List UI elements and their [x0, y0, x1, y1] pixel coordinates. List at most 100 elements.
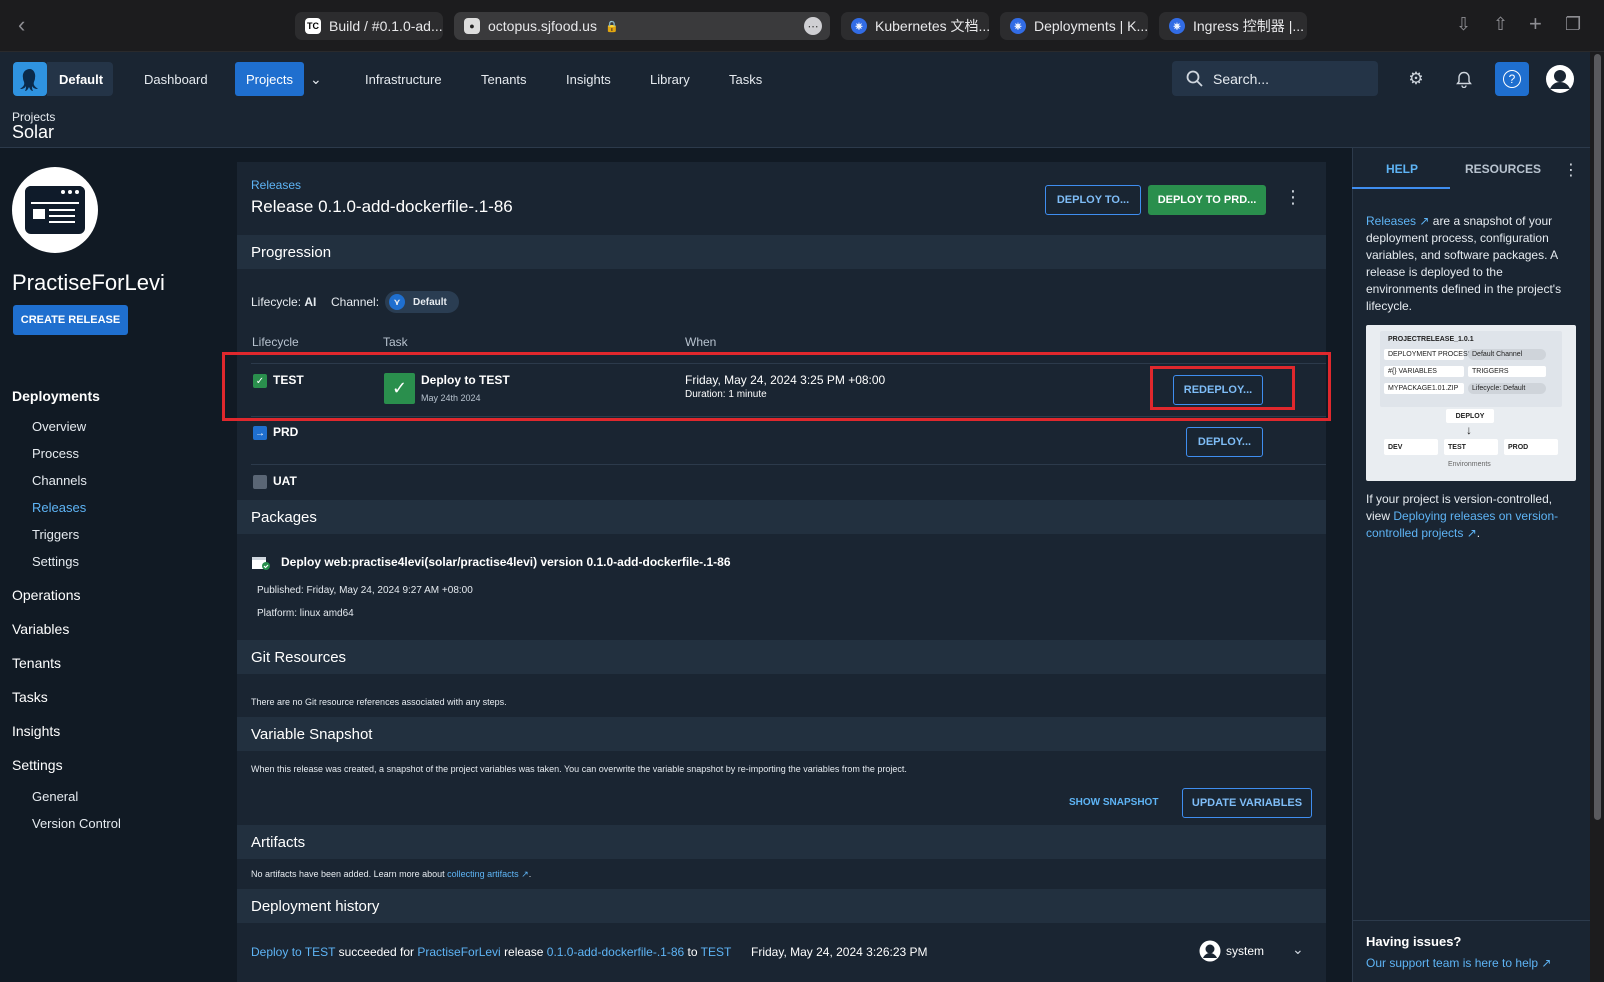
sidebar-deployments[interactable]: Deployments	[12, 388, 100, 404]
browser-tab-octopus[interactable]: ● octopus.sjfood.us 🔒 ⋯	[454, 12, 830, 40]
sidebar-insights[interactable]: Insights	[12, 723, 60, 739]
kubernetes-icon: ⎈	[851, 18, 867, 34]
diagram-vars: #{} VARIABLES	[1384, 366, 1464, 377]
lock-icon: 🔒	[604, 20, 619, 33]
sidebar-item-process[interactable]: Process	[32, 446, 79, 461]
history-project-link[interactable]: PractiseForLevi	[417, 945, 500, 959]
history-task-link[interactable]: Deploy to TEST	[251, 945, 335, 959]
lifecycle-label: Lifecycle: AI	[251, 295, 317, 309]
deploy-prd-button[interactable]: DEPLOY...	[1186, 427, 1263, 457]
kubernetes-icon: ⎈	[1169, 18, 1185, 34]
column-lifecycle: Lifecycle	[252, 335, 299, 349]
env-prd[interactable]: PRD	[273, 425, 298, 439]
search-input[interactable]: Search...	[1172, 61, 1378, 96]
having-issues-title: Having issues?	[1366, 934, 1462, 949]
highlight-box	[1150, 366, 1295, 410]
divider	[251, 464, 1326, 465]
sidebar-item-releases[interactable]: Releases	[32, 500, 86, 515]
history-entry: Deploy to TEST succeeded for PractiseFor…	[251, 945, 732, 959]
browser-tab-kubernetes-docs[interactable]: ⎈ Kubernetes 文档...	[841, 12, 989, 40]
breadcrumb	[0, 106, 1590, 148]
tab-resources[interactable]: RESOURCES	[1465, 162, 1541, 176]
help-menu-icon[interactable]: ⋮	[1563, 160, 1579, 180]
env-uat[interactable]: UAT	[273, 474, 297, 488]
kubernetes-icon: ⎈	[1010, 18, 1026, 34]
channel-chip[interactable]: ⋎ Default	[385, 291, 459, 313]
browser-tab-deployments[interactable]: ⎈ Deployments | K...	[1000, 12, 1148, 40]
sidebar-item-overview[interactable]: Overview	[32, 419, 86, 434]
help-vc-text: If your project is version-controlled, v…	[1366, 492, 1559, 540]
collecting-artifacts-link[interactable]: collecting artifacts	[447, 869, 519, 879]
external-link-icon: ↗	[1463, 526, 1477, 540]
channel-icon: ⋎	[389, 294, 405, 310]
tab-overview-icon[interactable]: ❐	[1565, 14, 1581, 35]
history-user: system	[1199, 940, 1264, 962]
pending-icon	[253, 475, 267, 489]
project-logo	[12, 167, 98, 253]
diagram-env-dev: DEV	[1384, 439, 1438, 455]
sidebar-item-version-control[interactable]: Version Control	[32, 816, 121, 831]
update-variables-button[interactable]: UPDATE VARIABLES	[1182, 788, 1312, 818]
nav-tasks[interactable]: Tasks	[729, 62, 762, 96]
sidebar-item-general[interactable]: General	[32, 789, 78, 804]
create-release-button[interactable]: CREATE RELEASE	[13, 305, 128, 335]
tab-help[interactable]: HELP	[1386, 162, 1418, 176]
sidebar-settings[interactable]: Settings	[12, 757, 63, 773]
nav-dashboard[interactable]: Dashboard	[144, 62, 208, 96]
sidebar-item-settings[interactable]: Settings	[32, 554, 79, 569]
chevron-down-icon[interactable]: ⌄	[1292, 941, 1304, 958]
scrollbar[interactable]	[1594, 54, 1601, 820]
history-time: Friday, May 24, 2024 3:26:23 PM	[751, 945, 928, 959]
sidebar-item-channels[interactable]: Channels	[32, 473, 87, 488]
octopus-logo-icon[interactable]	[13, 62, 47, 96]
nav-insights[interactable]: Insights	[566, 62, 611, 96]
history-release-link[interactable]: 0.1.0-add-dockerfile-.1-86	[547, 945, 684, 959]
support-link[interactable]: Our support team is here to help ↗	[1366, 956, 1551, 970]
nav-tenants[interactable]: Tenants	[481, 62, 527, 96]
sidebar-tasks[interactable]: Tasks	[12, 689, 48, 705]
diagram-deploy: DEPLOY	[1446, 409, 1494, 423]
more-icon[interactable]: ⋯	[804, 17, 822, 35]
space-selector[interactable]: Default	[47, 62, 113, 96]
diagram-channel: Default Channel	[1468, 349, 1546, 360]
nav-infrastructure[interactable]: Infrastructure	[365, 62, 442, 96]
browser-tab-ingress[interactable]: ⎈ Ingress 控制器 |...	[1159, 12, 1307, 40]
sidebar-item-triggers[interactable]: Triggers	[32, 527, 79, 542]
package-icon	[251, 553, 271, 571]
packages-heading: Packages	[237, 500, 1326, 534]
back-icon[interactable]: ‹	[18, 12, 25, 38]
nav-library[interactable]: Library	[650, 62, 690, 96]
overflow-menu-icon[interactable]: ⋮	[1284, 187, 1302, 208]
nav-projects[interactable]: Projects	[235, 62, 304, 96]
new-tab-icon[interactable]: +	[1529, 11, 1542, 37]
sidebar-variables[interactable]: Variables	[12, 621, 69, 637]
bell-icon[interactable]	[1448, 63, 1480, 95]
deploy-to-button[interactable]: DEPLOY TO...	[1045, 185, 1141, 215]
download-icon[interactable]: ⇩	[1456, 14, 1471, 35]
gear-icon[interactable]: ⚙	[1400, 63, 1432, 95]
releases-help-link[interactable]: Releases	[1366, 214, 1416, 228]
browser-tab-build[interactable]: TC Build / #0.1.0-ad...	[295, 12, 443, 40]
release-title: Release 0.1.0-add-dockerfile-.1-86	[251, 197, 513, 216]
diagram-lifecycle: Lifecycle: Default	[1468, 383, 1546, 394]
releases-breadcrumb[interactable]: Releases	[251, 178, 301, 192]
arrow-down-icon: ↓	[1466, 423, 1472, 437]
channel-label: Channel:	[331, 295, 380, 309]
git-resources-heading: Git Resources	[237, 640, 1326, 674]
tab-indicator	[1352, 187, 1450, 189]
diagram-process: DEPLOYMENT PROCESS	[1384, 349, 1472, 360]
column-when: When	[685, 335, 717, 349]
project-name: PractiseForLevi	[12, 270, 165, 295]
share-icon[interactable]: ⇧	[1493, 14, 1508, 35]
sidebar-operations[interactable]: Operations	[12, 587, 80, 603]
sidebar-tenants[interactable]: Tenants	[12, 655, 61, 671]
avatar[interactable]	[1543, 62, 1577, 96]
chevron-down-icon[interactable]: ⌄	[310, 62, 322, 96]
deploy-to-prd-button[interactable]: DEPLOY TO PRD...	[1148, 185, 1266, 215]
history-env-link[interactable]: TEST	[701, 945, 732, 959]
show-snapshot-button[interactable]: SHOW SNAPSHOT	[1069, 797, 1158, 808]
help-icon[interactable]: ?	[1495, 62, 1529, 96]
teamcity-icon: TC	[305, 18, 321, 34]
diagram-env-prod: PROD	[1504, 439, 1558, 455]
package-platform: Platform: linux amd64	[257, 608, 354, 619]
